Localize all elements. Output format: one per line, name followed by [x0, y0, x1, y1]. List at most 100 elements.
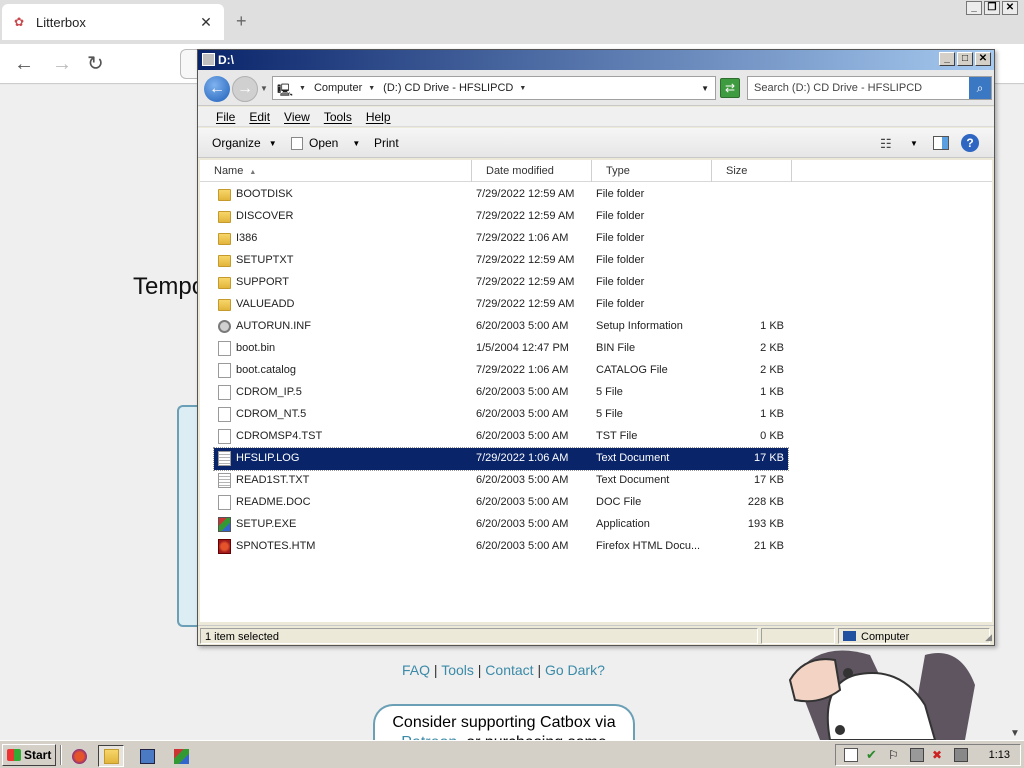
forward-button[interactable]: → [232, 76, 258, 102]
back-button[interactable]: ← [204, 76, 230, 102]
views-icon[interactable]: ☷ [880, 136, 892, 152]
column-header-size[interactable]: Size [712, 160, 792, 182]
sort-ascending-icon: ▲ [249, 169, 257, 176]
file-row[interactable]: AUTORUN.INF 6/20/2003 5:00 AM Setup Inform… [214, 316, 788, 338]
help-icon[interactable]: ? [961, 134, 979, 152]
faq-link[interactable]: FAQ [402, 662, 430, 678]
chevron-down-icon[interactable]: ▼ [519, 85, 526, 92]
file-row[interactable]: boot.catalog 7/29/2022 1:06 AM CATALOG Fil… [214, 360, 788, 382]
status-zone: Computer [838, 628, 990, 644]
file-row[interactable]: CDROM_NT.5 6/20/2003 5:00 AM 5 File 1 KB [214, 404, 788, 426]
chevron-down-icon[interactable]: ▼ [910, 139, 918, 148]
link-divider: | [537, 662, 542, 678]
column-header-date[interactable]: Date modified [472, 160, 592, 182]
maximize-button[interactable]: □ [957, 52, 973, 66]
taskbar-explorer[interactable] [98, 745, 124, 767]
start-button[interactable]: Start [2, 744, 56, 766]
file-row[interactable]: README.DOC 6/20/2003 5:00 AM DOC File 228 K… [214, 492, 788, 514]
flag-tray-icon[interactable]: ⚐ [888, 748, 902, 762]
taskbar-firefox[interactable] [66, 745, 92, 767]
resize-grip-icon[interactable]: ◢ [985, 632, 992, 643]
search-icon[interactable]: ⌕ [969, 77, 991, 99]
file-list: BOOTDISK 7/29/2022 12:59 AM File folder DIS… [200, 182, 992, 622]
refresh-button[interactable]: ⇄ [720, 78, 740, 98]
file-type: TST File [596, 430, 638, 442]
column-header-name[interactable]: Name ▲ [200, 160, 472, 182]
scroll-down-arrow-icon[interactable]: ▼ [1010, 728, 1020, 739]
tab-litterbox[interactable]: ✿ Litterbox ✕ [2, 4, 224, 40]
tools-link[interactable]: Tools [441, 662, 474, 678]
breadcrumb-cd-drive[interactable]: (D:) CD Drive - HFSLIPCD [383, 82, 513, 94]
folder-icon [218, 255, 231, 267]
file-name: AUTORUN.INF [236, 320, 311, 332]
chevron-down-icon[interactable]: ▼ [368, 85, 375, 92]
notes-tray-icon[interactable] [844, 748, 858, 762]
explorer-title-bar[interactable]: D:\ _ □ ✕ [198, 50, 994, 70]
tab-strip: ✿ Litterbox ✕ + _ ❐ ✕ [0, 0, 1024, 44]
network-tray-icon[interactable] [910, 748, 924, 762]
search-input[interactable] [748, 78, 969, 98]
file-type: 5 File [596, 408, 623, 420]
reload-icon[interactable]: ↻ [87, 52, 104, 76]
file-row[interactable]: READ1ST.TXT 6/20/2003 5:00 AM Text Documen… [214, 470, 788, 492]
column-header-type[interactable]: Type [592, 160, 712, 182]
menu-help[interactable]: Help [366, 110, 391, 124]
print-button[interactable]: Print [374, 136, 399, 150]
preview-pane-icon[interactable] [933, 136, 949, 150]
file-date: 7/29/2022 12:59 AM [476, 276, 575, 288]
go-dark-link[interactable]: Go Dark? [545, 662, 605, 678]
tab-title: Litterbox [36, 14, 86, 30]
file-row[interactable]: SETUPTXT 7/29/2022 12:59 AM File folder [214, 250, 788, 272]
file-row[interactable]: BOOTDISK 7/29/2022 12:59 AM File folder [214, 184, 788, 206]
close-button[interactable]: ✕ [975, 52, 991, 66]
minimize-button[interactable]: _ [939, 52, 955, 66]
file-row[interactable]: VALUEADD 7/29/2022 12:59 AM File folder [214, 294, 788, 316]
file-row[interactable]: I386 7/29/2022 1:06 AM File folder [214, 228, 788, 250]
column-type-label: Type [606, 165, 630, 177]
browser-maximize-button[interactable]: ❐ [984, 1, 1000, 15]
taskbar-divider [60, 745, 62, 765]
breadcrumb-computer[interactable]: Computer [314, 82, 362, 94]
contact-link[interactable]: Contact [485, 662, 533, 678]
address-bar[interactable]: 🖳 ▼ Computer ▼ (D:) CD Drive - HFSLIPCD … [272, 76, 716, 100]
display-tray-icon[interactable] [954, 748, 968, 762]
file-row[interactable]: SUPPORT 7/29/2022 12:59 AM File folder [214, 272, 788, 294]
organize-button[interactable]: Organize ▼ [212, 136, 277, 150]
file-row[interactable]: CDROMSP4.TST 6/20/2003 5:00 AM TST File 0 K… [214, 426, 788, 448]
menu-tools[interactable]: Tools [324, 110, 352, 124]
file-row[interactable]: boot.bin 1/5/2004 12:47 PM BIN File 2 KB [214, 338, 788, 360]
search-box: ⌕ [747, 76, 992, 100]
file-row[interactable]: HFSLIP.LOG 7/29/2022 1:06 AM Text Document… [213, 447, 789, 471]
security-tray-icon[interactable]: ✔ [866, 748, 880, 762]
address-dropdown-icon[interactable]: ▼ [701, 84, 709, 93]
browser-window-controls: _ ❐ ✕ [966, 1, 1018, 15]
tab-close-icon[interactable]: ✕ [198, 14, 214, 31]
file-type: File folder [596, 210, 645, 222]
menu-file[interactable]: File [216, 110, 235, 124]
menu-edit[interactable]: Edit [249, 110, 270, 124]
file-row[interactable]: CDROM_IP.5 6/20/2003 5:00 AM 5 File 1 KB [214, 382, 788, 404]
browser-close-button[interactable]: ✕ [1002, 1, 1018, 15]
taskbar-app-3[interactable] [134, 745, 160, 767]
forward-arrow-icon[interactable]: → [52, 52, 72, 76]
chevron-down-icon[interactable]: ▼ [299, 85, 306, 92]
column-headers: Name ▲ Date modified Type Size [200, 160, 992, 182]
menu-view[interactable]: View [284, 110, 310, 124]
volume-muted-tray-icon[interactable]: ✖ [932, 748, 946, 762]
back-arrow-icon[interactable]: ← [14, 52, 34, 76]
window-title: D:\ [218, 53, 234, 67]
file-size: 2 KB [760, 364, 784, 376]
link-divider: | [477, 662, 482, 678]
support-box: Consider supporting Catbox via Patreon, … [373, 704, 635, 744]
file-row[interactable]: SETUP.EXE 6/20/2003 5:00 AM Application 193… [214, 514, 788, 536]
chevron-down-icon[interactable]: ▼ [352, 139, 360, 148]
new-tab-button[interactable]: + [236, 11, 247, 32]
file-row[interactable]: SPNOTES.HTM 6/20/2003 5:00 AM Firefox HTML… [214, 536, 788, 558]
open-button[interactable]: Open ▼ [291, 136, 360, 150]
browser-minimize-button[interactable]: _ [966, 1, 982, 15]
clock[interactable]: 1:13 [989, 748, 1010, 762]
file-type: File folder [596, 276, 645, 288]
recent-pages-dropdown-icon[interactable]: ▼ [260, 84, 268, 93]
taskbar-setup[interactable] [168, 745, 194, 767]
file-row[interactable]: DISCOVER 7/29/2022 12:59 AM File folder [214, 206, 788, 228]
